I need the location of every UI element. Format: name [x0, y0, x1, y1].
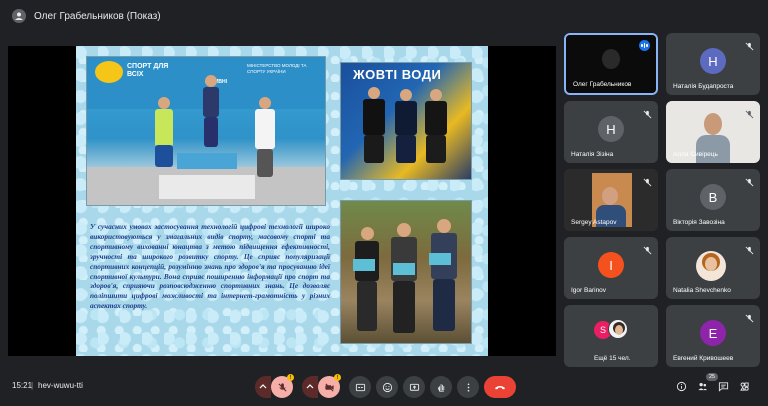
presentation-title: Олег Грабельников (Показ) — [34, 10, 161, 22]
participant-name: Наталія Будапроста — [673, 83, 734, 90]
participant-name: Natalia Shevchenko — [673, 287, 731, 294]
camera-toggle-button[interactable]: ! — [318, 374, 341, 398]
captions-button[interactable] — [349, 376, 371, 398]
slide-photo-team-certificates — [340, 200, 472, 344]
avatar: I — [598, 252, 624, 278]
photo1-banner-left: СПОРТ ДЛЯ ВСІХ — [127, 63, 169, 78]
avatar: Н — [700, 48, 726, 74]
warning-icon: ! — [334, 374, 341, 381]
more-participants-label: Ещё 15 чел. — [594, 355, 631, 362]
participant-name: Олег Грабельников — [573, 81, 632, 88]
bottom-bar: 15:21 | hev-wuwu-tti ! ! 25 — [0, 370, 768, 406]
participant-name: Наталія Зізіна — [571, 151, 614, 158]
photo1-banner-right: МІНІСТЕРСТВО МОЛОДІ ТА СПОРТУ УКРАЇНИ — [247, 63, 307, 74]
participant-tile-more[interactable]: S Ещё 15 чел. — [564, 305, 658, 367]
present-icon — [409, 383, 419, 391]
side-controls — [676, 381, 750, 392]
presenter-icon — [12, 9, 26, 23]
participant-name: Алла Сивірець — [673, 151, 718, 158]
participant-tile-0[interactable]: Олег Грабельников — [564, 33, 658, 95]
separator: | — [31, 381, 34, 390]
mic-off-icon — [277, 382, 287, 392]
more-vert-icon — [467, 382, 469, 392]
captions-icon — [355, 383, 365, 391]
mic-off-icon — [745, 106, 754, 119]
participant-name: Igor Barinov — [571, 287, 607, 294]
mic-off-icon — [643, 242, 652, 255]
participant-tile-1[interactable]: Н Наталія Будапроста — [666, 33, 760, 95]
presentation-stage: СПОРТ ДЛЯ ВСІХ АКТИВНІ МІНІСТЕРСТВО МОЛО… — [8, 46, 556, 356]
more-options-button[interactable] — [457, 376, 479, 398]
slide-body-text: У сучасних умовах застосування технологі… — [90, 222, 330, 311]
participant-tile-7[interactable]: Natalia Shevchenko — [666, 237, 760, 299]
participant-count-badge: 25 — [706, 373, 718, 381]
avatar: Н — [598, 116, 624, 142]
participant-tile-2[interactable]: Н Наталія Зізіна — [564, 101, 658, 163]
participant-tile-9[interactable]: Е Евгений Кривошеев — [666, 305, 760, 367]
top-bar: Олег Грабельников (Показ) — [0, 0, 768, 32]
call-end-icon — [495, 386, 505, 390]
audio-options-button[interactable] — [255, 376, 271, 398]
mic-off-icon — [745, 38, 754, 51]
mic-off-icon — [745, 174, 754, 187]
camera-off-icon — [324, 382, 334, 392]
participant-name: Евгений Кривошеев — [673, 355, 734, 362]
warning-icon: ! — [287, 374, 294, 381]
call-controls: ! ! — [255, 374, 516, 398]
emoji-icon — [382, 382, 392, 392]
reactions-button[interactable] — [376, 376, 398, 398]
slide: СПОРТ ДЛЯ ВСІХ АКТИВНІ МІНІСТЕРСТВО МОЛО… — [76, 46, 488, 356]
meeting-code[interactable]: hev-wuwu-tti — [38, 381, 83, 390]
slide-photo-team-zhovti-vody: ЖОВТІ ВОДИ — [340, 62, 472, 180]
participant-name: Вікторія Завозіна — [673, 219, 725, 226]
participant-tile-3[interactable]: Алла Сивірець — [666, 101, 760, 163]
mic-off-icon — [745, 310, 754, 323]
speaking-indicator-icon — [639, 40, 650, 51]
mic-off-icon — [745, 242, 754, 255]
slide-photo-award-ceremony: СПОРТ ДЛЯ ВСІХ АКТИВНІ МІНІСТЕРСТВО МОЛО… — [86, 56, 326, 206]
photo2-banner: ЖОВТІ ВОДИ — [353, 67, 442, 82]
participant-name: Sergey Astapov — [571, 219, 617, 226]
mic-toggle-button[interactable]: ! — [271, 374, 294, 398]
avatar: Е — [700, 320, 726, 346]
participant-tile-5[interactable]: В Вікторія Завозіна — [666, 169, 760, 231]
hand-icon — [437, 383, 444, 392]
leave-call-button[interactable] — [484, 376, 516, 398]
more-participants-avatars: S — [594, 319, 634, 341]
mic-off-icon — [643, 106, 652, 119]
participant-tile-6[interactable]: I Igor Barinov — [564, 237, 658, 299]
activities-icon[interactable] — [739, 381, 750, 392]
current-time: 15:21 — [12, 381, 33, 390]
chat-icon[interactable] — [718, 381, 729, 392]
people-icon[interactable] — [697, 381, 708, 392]
video-options-button[interactable] — [302, 376, 318, 398]
raise-hand-button[interactable] — [430, 376, 452, 398]
participant-tile-4[interactable]: Sergey Astapov — [564, 169, 658, 231]
avatar — [696, 251, 726, 281]
present-screen-button[interactable] — [403, 376, 425, 398]
avatar: В — [700, 184, 726, 210]
mic-off-icon — [643, 174, 652, 187]
info-icon[interactable] — [676, 381, 687, 392]
